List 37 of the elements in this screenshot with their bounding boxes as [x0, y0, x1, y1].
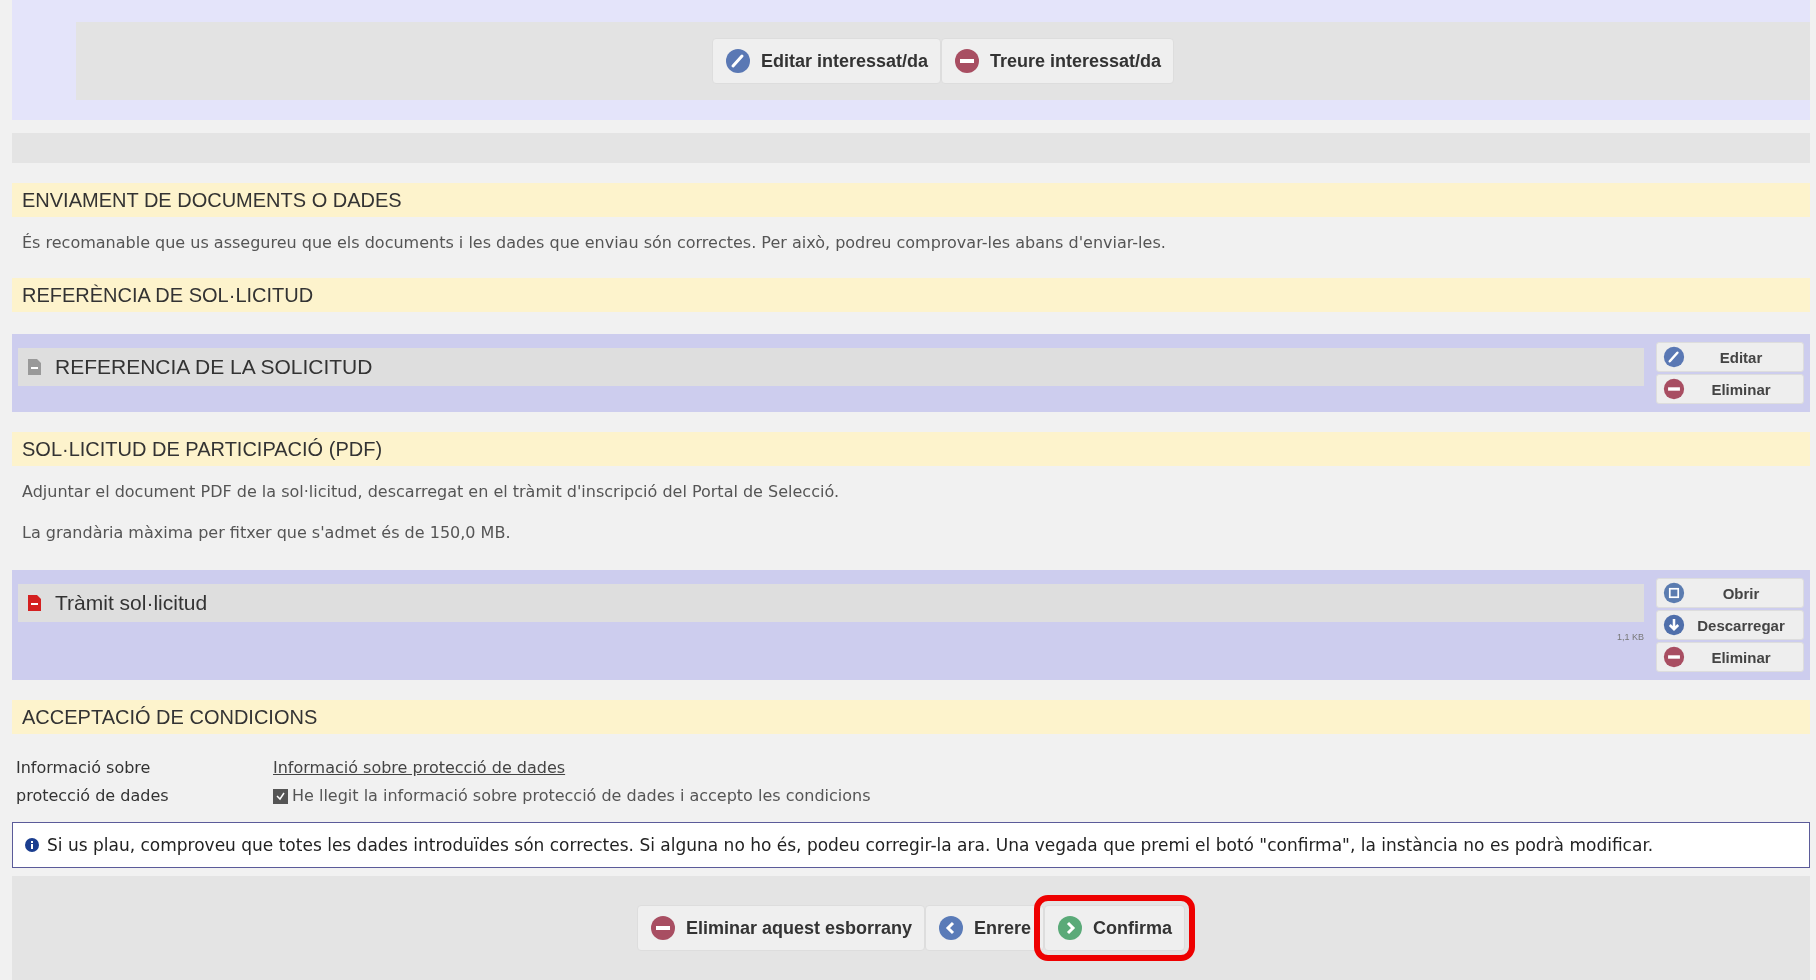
remove-button[interactable]: Eliminar	[1656, 642, 1804, 672]
document-icon	[28, 359, 41, 375]
remove-button[interactable]: Eliminar	[1656, 374, 1804, 404]
remove-button[interactable]: Eliminar aquest esborrany	[636, 905, 925, 951]
confirm-icon	[1057, 915, 1084, 941]
open-button[interactable]: Obrir	[1656, 578, 1804, 608]
document-name: Tràmit sol·licitud	[55, 591, 208, 615]
info-icon	[25, 838, 39, 852]
document-icon	[28, 595, 41, 611]
edit-person-button[interactable]: Editar interessat/da	[711, 38, 941, 84]
section-header: SOL·LICITUD DE PARTICIPACIÓ (PDF)	[12, 432, 1810, 466]
remove-icon	[1663, 646, 1685, 668]
remove-icon	[954, 48, 980, 74]
file-size: 1,1 KB	[1616, 632, 1644, 642]
edit-button[interactable]: Editar	[1656, 342, 1804, 372]
privacy-link[interactable]: Informació sobre protecció de dades	[273, 754, 566, 782]
section-text: Adjuntar el document PDF de la sol·licitud, descarregat en el tràmit d'inscripció del Portal de Selecció.	[21, 481, 840, 503]
section-text: És recomanable que us assegureu que els documents i les dades que enviau són correctes. Per això, podreu comprovar-les abans d'enviar-les.	[21, 232, 1167, 254]
document-name: REFERENCIA DE LA SOLICITUD	[55, 355, 373, 379]
field-label: Informació sobre protecció de dades	[16, 757, 170, 807]
edit-icon	[724, 48, 751, 74]
edit-icon	[1663, 346, 1685, 368]
section-text: La grandària màxima per fitxer que s'admet és de 150,0 MB.	[21, 522, 512, 544]
back-button[interactable]: Enrere	[925, 905, 1045, 951]
section-header: REFERÈNCIA DE SOL·LICITUD	[12, 278, 1810, 312]
open-icon	[1663, 582, 1685, 604]
download-icon	[1663, 614, 1685, 636]
remove-icon	[1663, 378, 1685, 400]
download-button[interactable]: Descarregar	[1656, 610, 1804, 640]
section-header: ACCEPTACIÓ DE CONDICIONS	[12, 700, 1810, 734]
section-header: ENVIAMENT DE DOCUMENTS O DADES	[12, 183, 1810, 217]
back-icon	[938, 915, 964, 941]
checkbox[interactable]	[273, 788, 288, 804]
checkbox-label: He llegit la informació sobre protecció de dades i accepto les condicions	[292, 785, 871, 807]
remove-person-button[interactable]: Treure interessat/da	[941, 38, 1175, 84]
remove-icon	[649, 915, 676, 941]
notice-text: Si us plau, comproveu que totes les dades introduïdes són correctes. Si alguna no ho és, podeu corregir-la ara. Una vegada que premi el botó "confirma", la instància no es podrà modificar.	[47, 835, 1654, 855]
